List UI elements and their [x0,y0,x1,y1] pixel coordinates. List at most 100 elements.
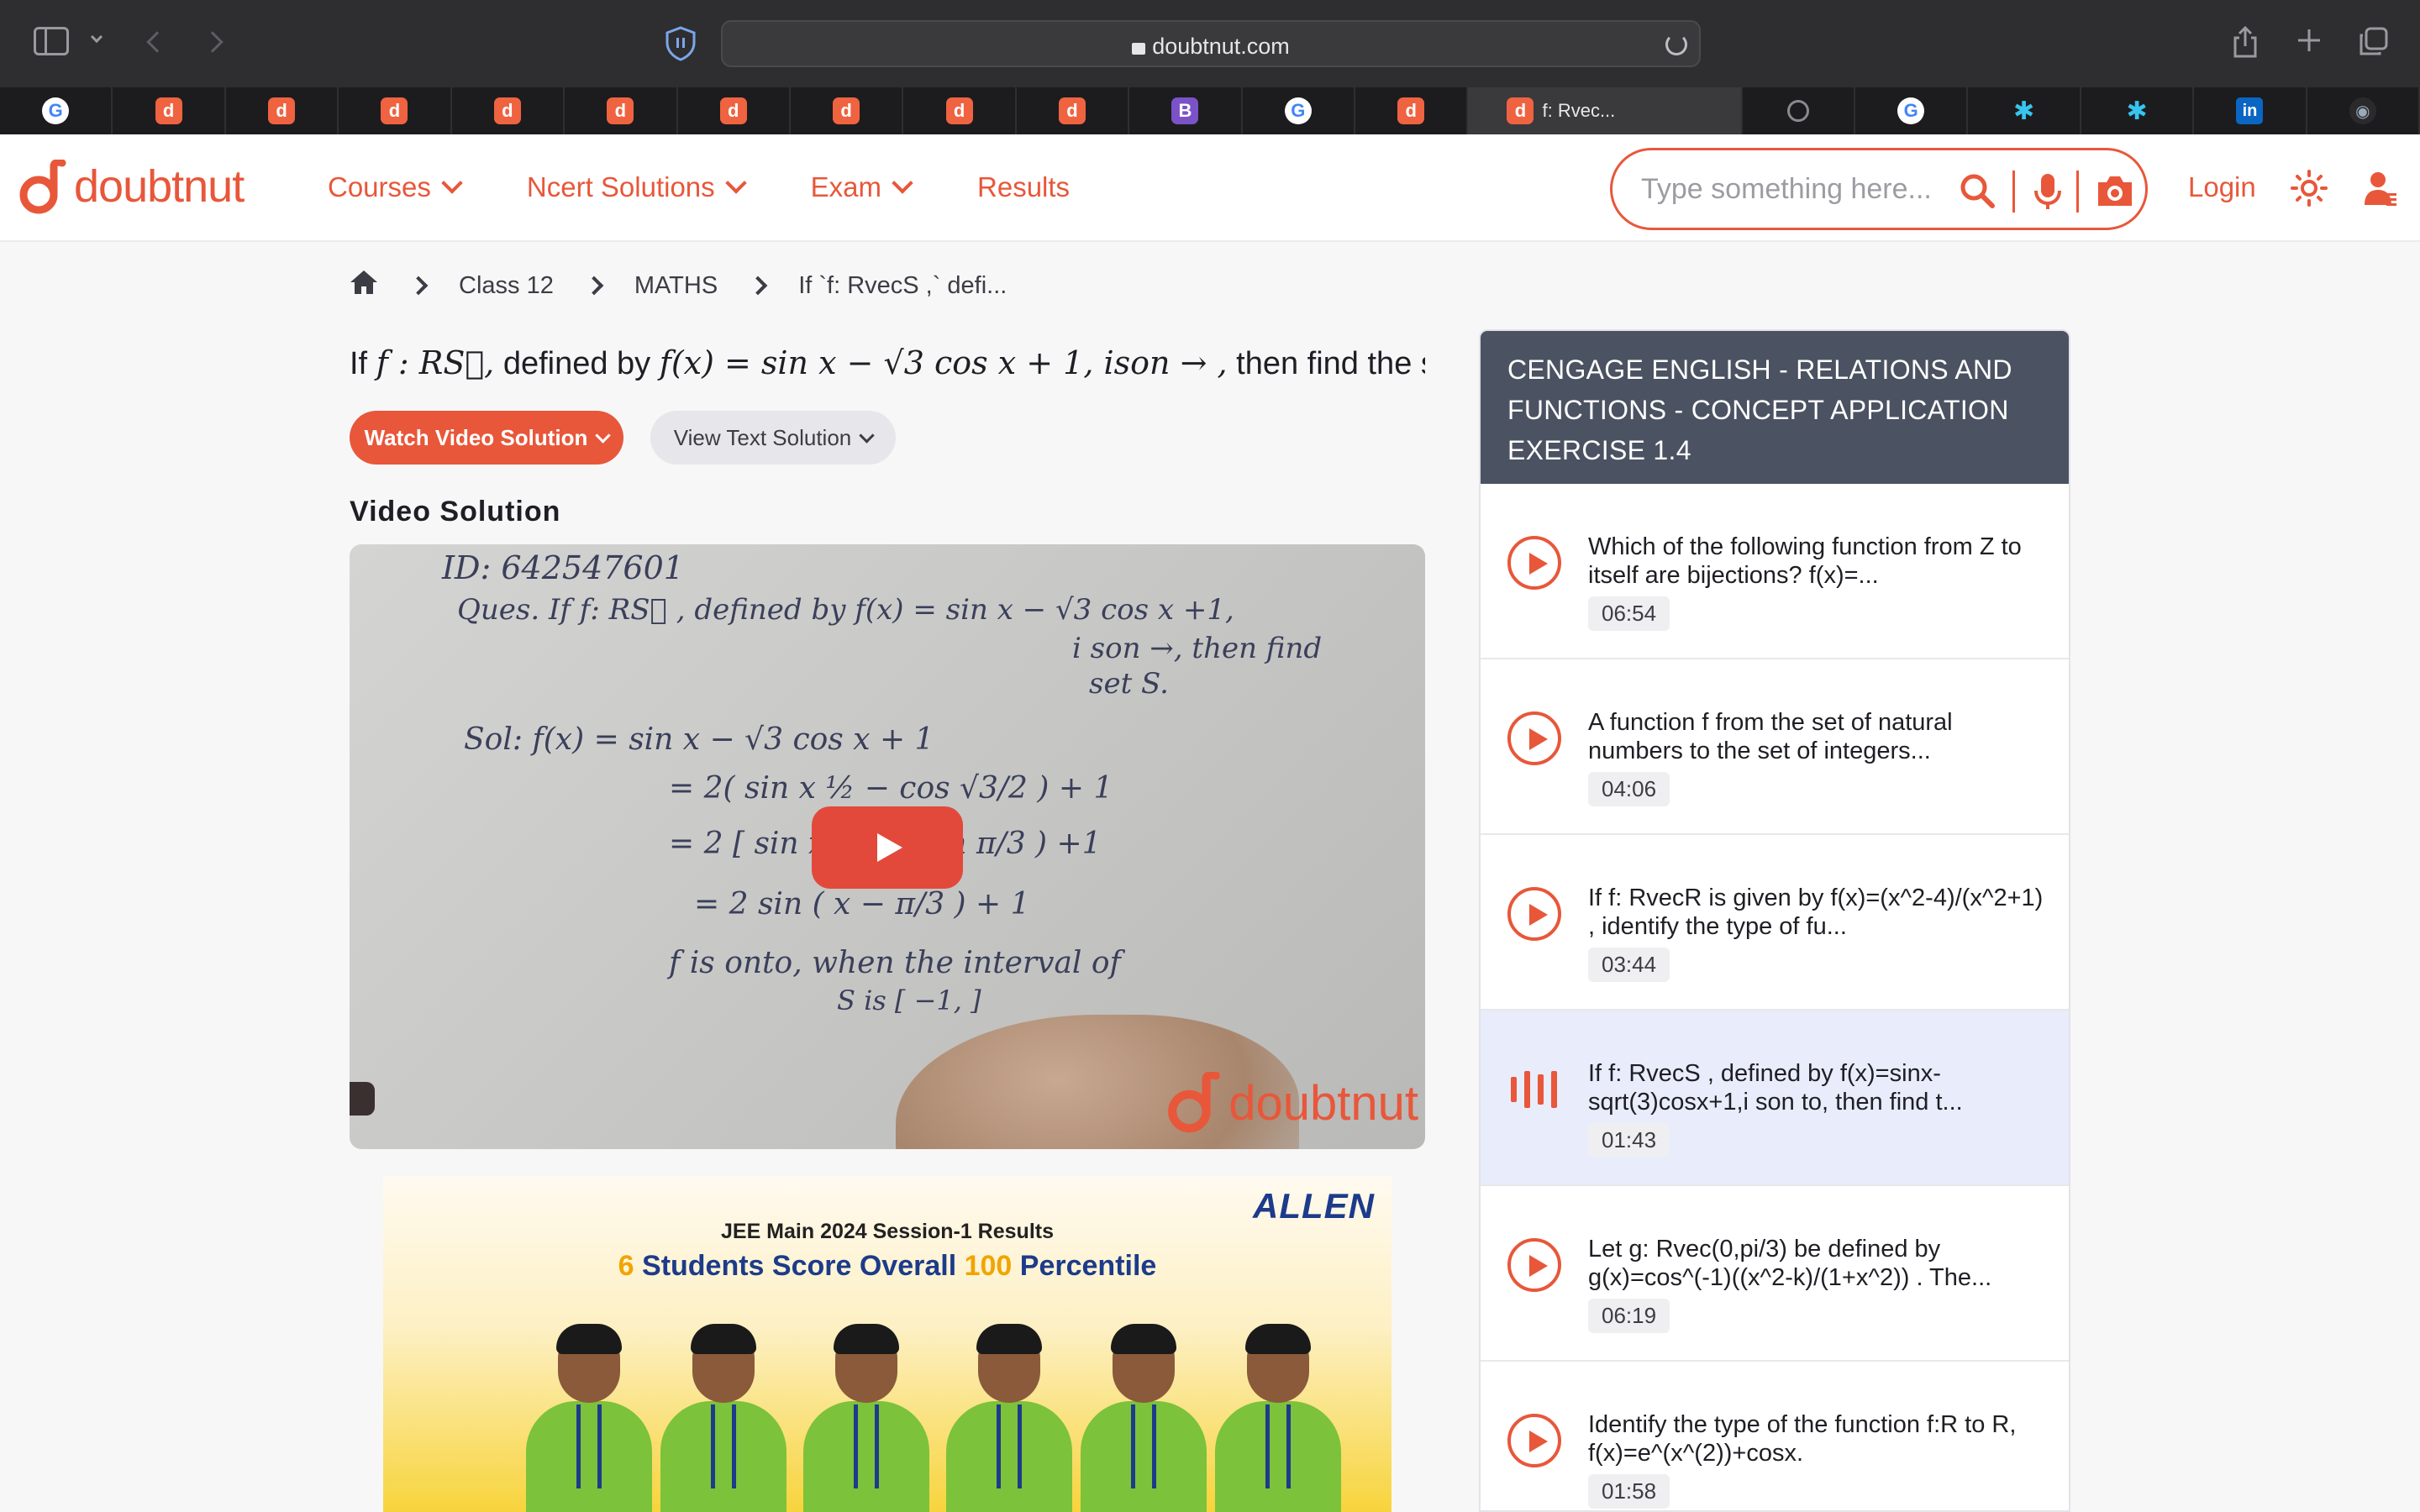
tab-doubtnut[interactable]: d [226,87,339,134]
nav-label: Results [977,171,1071,202]
tab-doubtnut[interactable]: d [1017,87,1130,134]
playlist-item-duration: 04:06 [1588,772,1670,806]
divider [2076,171,2079,213]
nav-results[interactable]: Results [977,171,1070,203]
playlist-item-active[interactable]: If f: RvecS , defined by f(x)=sinx-sqrt(… [1481,1011,2069,1186]
tab-google[interactable]: G [1855,87,1969,134]
student-photo [660,1324,786,1512]
view-text-solution-button[interactable]: View Text Solution [650,411,896,465]
chevron-down-icon [595,427,612,444]
board-line: Ques. If f: RS⃗ , defined by f(x) = sin … [457,593,1234,627]
tab-overview-icon[interactable] [2358,27,2388,57]
related-videos-panel: CENGAGE ENGLISH - RELATIONS AND FUNCTION… [1479,329,2070,1512]
tab-doubtnut[interactable]: d [113,87,226,134]
student-photo [526,1324,652,1512]
breadcrumb-class[interactable]: Class 12 [459,272,554,300]
tab-doubtnut[interactable]: d [339,87,452,134]
tab-slack[interactable]: ✱ [1968,87,2081,134]
student-photo [803,1324,929,1512]
play-circle-icon [1507,1414,1561,1467]
tab-doubtnut[interactable]: d [678,87,791,134]
tab-google[interactable]: G [1243,87,1356,134]
doubtnut-icon: d [1059,97,1086,124]
back-icon[interactable] [143,25,171,59]
ad-subtitle: JEE Main 2024 Session-1 Results [720,1220,1054,1243]
playlist-item[interactable]: If f: RvecR is given by f(x)=(x^2-4)/(x^… [1481,835,2069,1011]
tab-vercel[interactable]: B [1129,87,1243,134]
tab-active[interactable]: d f: Rvec... [1468,87,1743,134]
address-bar[interactable]: doubtnut.com [721,20,1701,67]
share-icon[interactable] [2232,25,2259,59]
video-watermark: doubtnut [1165,1072,1418,1134]
doubtnut-icon: d [945,97,973,124]
play-button[interactable] [812,806,963,889]
student-photo [1081,1324,1207,1512]
url-text: doubtnut.com [723,34,1699,60]
camera-icon[interactable] [2095,172,2135,213]
tab-title: f: Rvec... [1542,100,1616,121]
tab-linkedin[interactable]: in [2194,87,2307,134]
tab-world[interactable]: ◉ [2307,87,2420,134]
login-link[interactable]: Login [2188,171,2256,203]
ad-title-text: Percentile [1012,1250,1157,1282]
student-photo [1215,1324,1341,1512]
chevron-right-icon [748,276,768,296]
watch-video-solution-button[interactable]: Watch Video Solution [350,411,623,465]
tab-doubtnut[interactable]: d [1355,87,1469,134]
doubtnut-logo-icon [1168,1072,1221,1133]
playlist-item[interactable]: Which of the following function from Z t… [1481,484,2069,659]
chevron-down-icon[interactable] [87,30,106,49]
play-circle-icon [1507,887,1561,941]
microphone-icon[interactable] [2033,172,2063,215]
playlist-item-duration: 03:44 [1588,948,1670,982]
theme-toggle-icon[interactable] [2291,170,2328,207]
tab-doubtnut[interactable]: d [903,87,1017,134]
question-text: If f : RS⃗, defined by f(x) = sin x − √3… [350,344,1425,382]
vercel-icon: B [1171,97,1199,124]
playlist-item-title: Identify the type of the function f:R to… [1588,1411,2017,1467]
play-circle-icon [1507,1238,1561,1292]
globe-icon: ◉ [2349,97,2376,124]
button-label: View Text Solution [673,424,852,450]
playlist-item[interactable]: Let g: Rvec(0,pi/3) be defined by g(x)=c… [1481,1186,2069,1362]
playlist-item[interactable]: Identify the type of the function f:R to… [1481,1362,2069,1510]
ad-title-number: 6 [618,1250,634,1282]
chevron-down-icon [724,172,747,194]
chevron-down-icon [441,172,463,194]
doubtnut-logo[interactable]: doubtnut [18,158,245,214]
tab-compass[interactable] [1743,87,1855,134]
question-prefix: If [350,346,368,381]
tab-google[interactable]: G [0,87,113,134]
video-player[interactable]: ID: 642547601 Ques. If f: RS⃗ , defined … [350,544,1425,1149]
video-brand-text: doubtnut [1228,1075,1418,1131]
home-icon[interactable] [350,269,378,302]
doubtnut-icon: d [155,97,182,124]
slack-icon: ✱ [2123,97,2151,125]
tab-slack[interactable]: ✱ [2081,87,2195,134]
tab-doubtnut[interactable]: d [565,87,678,134]
allen-ad-banner[interactable]: ALLEN JEE Main 2024 Session-1 Results 6 … [383,1176,1392,1512]
doubtnut-icon: d [493,97,521,124]
search-input[interactable]: Type something here... [1641,173,1944,206]
chevron-down-icon [859,427,875,444]
button-label: Watch Video Solution [364,424,588,450]
lock-icon [1132,43,1146,55]
new-tab-icon[interactable] [2296,27,2323,54]
nav-exam[interactable]: Exam [811,171,913,203]
sidebar-toggle-icon[interactable] [34,27,69,55]
privacy-shield-icon[interactable] [664,25,697,62]
nav-label: Courses [328,171,431,202]
search-icon[interactable] [1959,172,1996,213]
tab-doubtnut[interactable]: d [452,87,566,134]
user-profile-icon[interactable] [2363,170,2400,207]
nav-label: Ncert Solutions [526,171,715,202]
search-box: Type something here... [1610,148,2148,230]
nav-ncert-solutions[interactable]: Ncert Solutions [526,171,747,203]
playlist-item[interactable]: A function f from the set of natural num… [1481,659,2069,835]
tab-doubtnut[interactable]: d [791,87,904,134]
reload-icon[interactable] [1665,34,1687,55]
browser-toolbar: doubtnut.com [0,0,2420,87]
breadcrumb-subject[interactable]: MATHS [634,272,718,300]
forward-icon[interactable] [198,25,227,59]
nav-courses[interactable]: Courses [328,171,463,203]
